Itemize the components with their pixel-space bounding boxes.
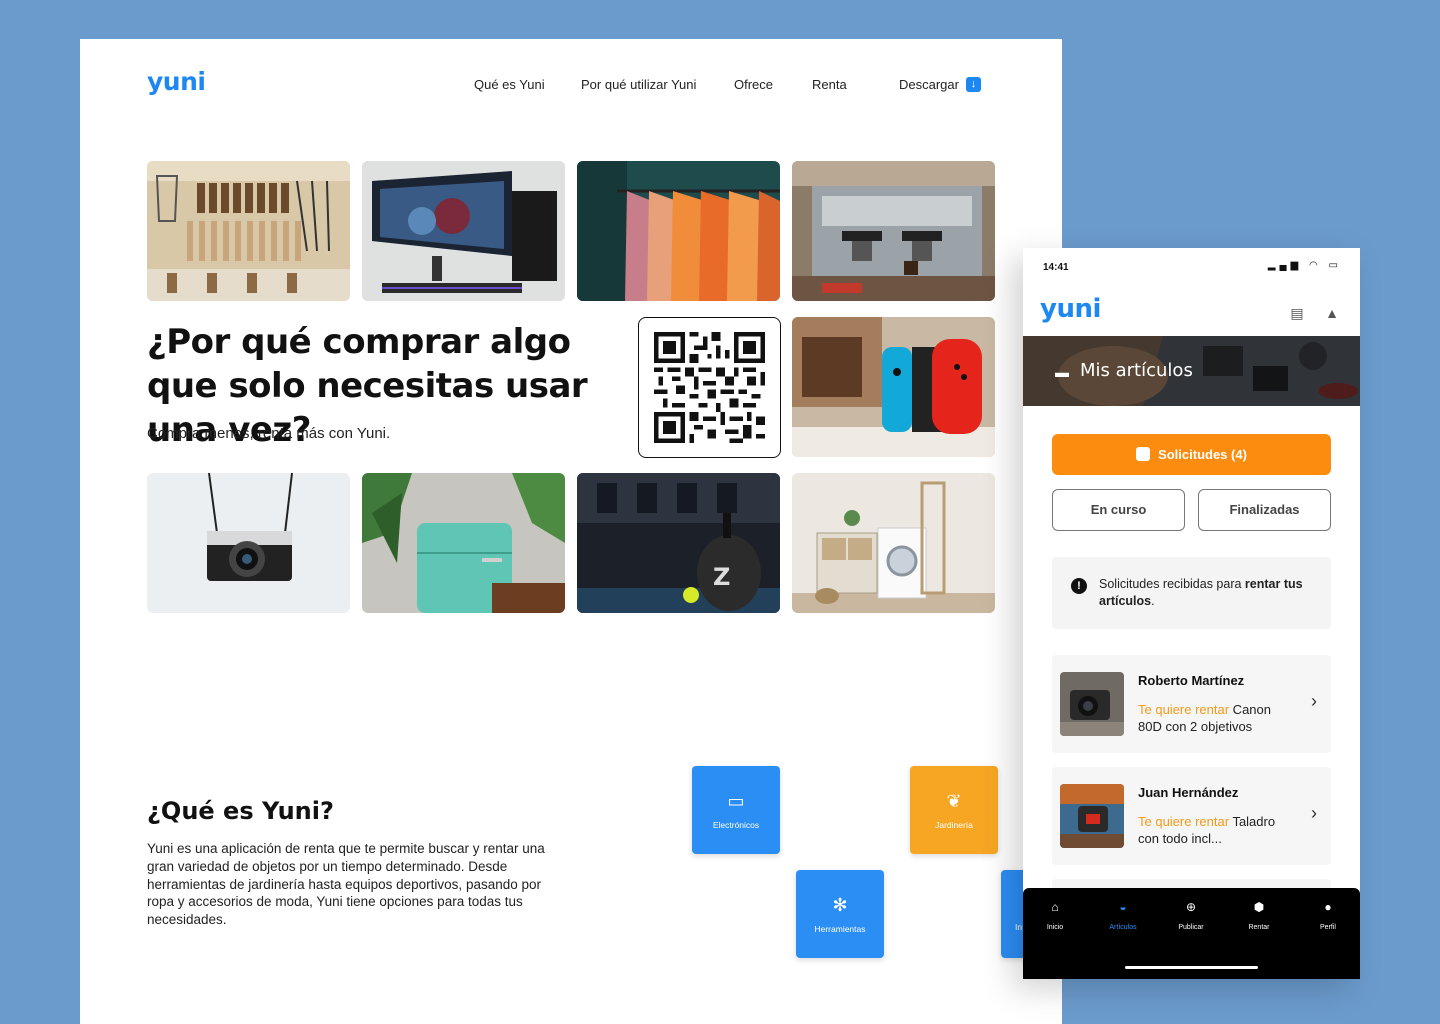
- yuni-logo[interactable]: yuni: [147, 67, 206, 96]
- info-text: Solicitudes recibidas para rentar tus ar…: [1099, 577, 1303, 608]
- bell-icon[interactable]: ▲: [1323, 304, 1341, 322]
- category-herramientas[interactable]: ✻ Herramientas: [796, 870, 884, 958]
- monitor-setup-image: [362, 161, 565, 301]
- nav-que-es-yuni[interactable]: Qué es Yuni: [474, 77, 545, 92]
- tab-articulos[interactable]: ◒ Artículos: [1093, 898, 1153, 931]
- nintendo-switch-image: [792, 317, 995, 457]
- what-is-yuni-text: Yuni es una aplicación de renta que te p…: [147, 841, 545, 928]
- gear-icon: ✻: [832, 895, 848, 915]
- nav-descargar[interactable]: Descargar: [899, 77, 959, 92]
- leaf-icon: ❦: [946, 791, 962, 811]
- status-time: 14:41: [1043, 262, 1069, 273]
- tab-publicar[interactable]: ⊕ Publicar: [1161, 898, 1221, 931]
- laundry-room-image: [792, 473, 995, 613]
- request-thumbnail: [1060, 784, 1124, 848]
- yuni-logo-mobile[interactable]: yuni: [1040, 294, 1101, 324]
- qr-code-icon: [654, 332, 765, 443]
- laptop-icon: ▭: [727, 791, 745, 811]
- padel-racket-image: Z: [577, 473, 780, 613]
- alert-icon: !: [1071, 578, 1087, 594]
- espresso-machine-image: [792, 161, 995, 301]
- tab-inicio[interactable]: ⌂ Inicio: [1025, 898, 1085, 931]
- tools-wall-image: [147, 161, 350, 301]
- download-icon[interactable]: ↓: [966, 77, 981, 92]
- status-icons: ▂▄▆ ◠ ▭: [1268, 260, 1342, 271]
- banner-title: Mis artículos: [1080, 360, 1193, 381]
- laptop-icon: ▬: [1055, 364, 1069, 380]
- request-card[interactable]: Juan Hernández Te quiere rentar Taladro …: [1052, 767, 1331, 865]
- chat-icon[interactable]: ▤: [1288, 304, 1306, 322]
- wifi-icon: ◠: [1309, 260, 1322, 271]
- fridge-image: [362, 473, 565, 613]
- chevron-right-icon[interactable]: ›: [1311, 691, 1317, 712]
- signal-icon: ▂▄▆: [1267, 260, 1303, 271]
- nav-por-que-yuni[interactable]: Por qué utilizar Yuni: [581, 77, 696, 92]
- request-card[interactable]: Roberto Martínez Te quiere rentar Canon …: [1052, 655, 1331, 753]
- tab-rentar[interactable]: ⬢ Rentar: [1229, 898, 1289, 931]
- battery-icon: ▭: [1328, 260, 1342, 271]
- nav-renta[interactable]: Renta: [812, 77, 847, 92]
- category-jardineria[interactable]: ❦ Jardinería: [910, 766, 998, 854]
- hero-subtitle: Compra menos, renta más con Yuni.: [147, 425, 391, 442]
- request-thumbnail: [1060, 672, 1124, 736]
- what-is-yuni-title: ¿Qué es Yuni?: [147, 797, 334, 825]
- requester-name: Juan Hernández: [1138, 785, 1239, 800]
- category-electronicos[interactable]: ▭ Electrónicos: [692, 766, 780, 854]
- home-indicator: [1125, 966, 1258, 969]
- en-curso-button[interactable]: En curso: [1052, 489, 1185, 531]
- clothes-rack-image: [577, 161, 780, 301]
- box-icon: ◒: [1119, 900, 1127, 914]
- landing-page: yuni Qué es Yuni Por qué utilizar Yuni O…: [80, 39, 1062, 1024]
- bottom-tab-bar: ⌂ Inicio ◒ Artículos ⊕ Publicar ⬢ Rentar ● Pe…: [1023, 888, 1360, 979]
- home-icon: ⌂: [1051, 900, 1059, 914]
- camera-image: [147, 473, 350, 613]
- mobile-app-screen: 14:41 ▂▄▆ ◠ ▭ yuni ▤ ▲ ▬ Mis artículos S…: [1023, 248, 1360, 979]
- info-banner: ! Solicitudes recibidas para rentar tus …: [1052, 557, 1331, 629]
- download-qr-code[interactable]: [638, 317, 781, 458]
- package-icon: ⬢: [1253, 900, 1265, 914]
- user-icon: ●: [1324, 900, 1332, 914]
- svg-text:Z: Z: [713, 563, 730, 591]
- solicitudes-button[interactable]: Solicitudes (4): [1052, 434, 1331, 475]
- document-icon: [1136, 447, 1151, 461]
- request-description: Te quiere rentar Canon 80D con 2 objetiv…: [1138, 702, 1271, 734]
- chevron-right-icon[interactable]: ›: [1311, 803, 1317, 824]
- nav-ofrece[interactable]: Ofrece: [734, 77, 773, 92]
- plus-icon: ⊕: [1185, 900, 1197, 914]
- requester-name: Roberto Martínez: [1138, 673, 1245, 688]
- finalizadas-button[interactable]: Finalizadas: [1198, 489, 1331, 531]
- tab-perfil[interactable]: ● Perfil: [1298, 898, 1358, 931]
- request-description: Te quiere rentar Taladro con todo incl..…: [1138, 814, 1276, 846]
